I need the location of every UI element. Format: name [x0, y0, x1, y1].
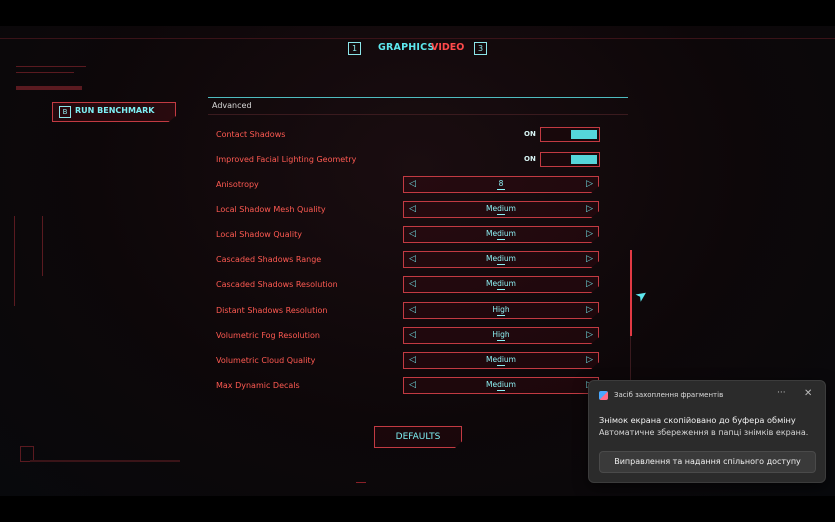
- defaults-button[interactable]: DEFAULTS: [374, 426, 462, 448]
- snipping-tool-icon: [599, 391, 608, 400]
- arrow-right-icon[interactable]: ▷: [586, 304, 593, 316]
- arrow-right-icon[interactable]: ▷: [586, 329, 593, 341]
- setting-label: Volumetric Cloud Quality: [216, 356, 316, 365]
- option-selector[interactable]: ◁ 8 ▷: [403, 176, 599, 193]
- option-value: 8: [498, 179, 504, 188]
- option-value: Medium: [486, 204, 516, 213]
- option-selector[interactable]: ◁ Medium ▷: [403, 251, 599, 268]
- mouse-cursor-icon: ➤: [632, 286, 652, 306]
- setting-row-local-shadow-quality[interactable]: Local Shadow Quality ◁ Medium ▷: [208, 225, 628, 245]
- setting-row-facial-lighting[interactable]: Improved Facial Lighting Geometry ON: [208, 150, 628, 170]
- key-hint-left: 1: [348, 42, 361, 55]
- key-hint-b: B: [59, 106, 71, 118]
- top-divider: [0, 38, 835, 39]
- arrow-right-icon[interactable]: ▷: [586, 278, 593, 290]
- option-value: Medium: [486, 279, 516, 288]
- option-value: Medium: [486, 254, 516, 263]
- setting-label: Anisotropy: [216, 180, 259, 189]
- setting-label: Improved Facial Lighting Geometry: [216, 155, 357, 164]
- option-value: Medium: [486, 355, 516, 364]
- arrow-right-icon[interactable]: ▷: [586, 203, 593, 215]
- toggle-fill: [571, 155, 597, 164]
- toggle-switch[interactable]: [540, 127, 600, 142]
- option-value: High: [492, 330, 510, 339]
- key-hint-right: 3: [474, 42, 487, 55]
- decor-bottom-bar: [30, 460, 180, 462]
- option-selector[interactable]: ◁ Medium ▷: [403, 201, 599, 218]
- setting-label: Local Shadow Mesh Quality: [216, 205, 326, 214]
- option-selector[interactable]: ◁ Medium ▷: [403, 352, 599, 369]
- snipping-tool-notification[interactable]: Засіб захоплення фрагментів ··· ✕ Знімок…: [588, 380, 826, 483]
- option-value: Medium: [486, 229, 516, 238]
- value-underline: [497, 390, 505, 391]
- setting-label: Cascaded Shadows Resolution: [216, 280, 338, 289]
- arrow-right-icon[interactable]: ▷: [586, 354, 593, 366]
- setting-row-max-dynamic-decals[interactable]: Max Dynamic Decals ◁ Medium ▷: [208, 376, 628, 396]
- setting-label: Max Dynamic Decals: [216, 381, 300, 390]
- decor-bar: [16, 86, 82, 90]
- setting-label: Cascaded Shadows Range: [216, 255, 322, 264]
- toggle-switch[interactable]: [540, 152, 600, 167]
- tab-graphics[interactable]: GRAPHICS: [378, 42, 435, 53]
- value-underline: [497, 214, 505, 215]
- toggle-state: ON: [524, 130, 536, 138]
- toggle-state: ON: [524, 155, 536, 163]
- tab-video[interactable]: VIDEO: [431, 42, 464, 53]
- notification-app-name: Засіб захоплення фрагментів: [614, 391, 724, 399]
- option-selector[interactable]: ◁ High ▷: [403, 302, 599, 319]
- decor-line: [16, 66, 86, 67]
- setting-row-volumetric-cloud[interactable]: Volumetric Cloud Quality ◁ Medium ▷: [208, 351, 628, 371]
- section-divider: [208, 114, 628, 115]
- setting-label: Distant Shadows Resolution: [216, 306, 328, 315]
- setting-row-volumetric-fog[interactable]: Volumetric Fog Resolution ◁ High ▷: [208, 326, 628, 346]
- top-nav: 1 GRAPHICS VIDEO 3: [0, 42, 835, 56]
- option-selector[interactable]: ◁ Medium ▷: [403, 276, 599, 293]
- value-underline: [497, 239, 505, 240]
- option-selector[interactable]: ◁ Medium ▷: [403, 226, 599, 243]
- setting-row-distant-shadows[interactable]: Distant Shadows Resolution ◁ High ▷: [208, 301, 628, 321]
- decor-arrow: [356, 482, 366, 483]
- edit-and-share-button[interactable]: Виправлення та надання спільного доступу: [599, 451, 816, 473]
- value-underline: [497, 315, 505, 316]
- toggle-fill: [571, 130, 597, 139]
- option-selector[interactable]: ◁ Medium ▷: [403, 377, 599, 394]
- close-icon[interactable]: ✕: [804, 388, 812, 399]
- advanced-settings-panel: Advanced Contact Shadows ON Improved Fac…: [208, 97, 628, 397]
- option-selector[interactable]: ◁ High ▷: [403, 327, 599, 344]
- value-underline: [497, 365, 505, 366]
- setting-label: Volumetric Fog Resolution: [216, 331, 320, 340]
- arrow-right-icon[interactable]: ▷: [586, 228, 593, 240]
- decor-line: [16, 72, 74, 73]
- panel-top-border: [208, 97, 628, 98]
- setting-row-cascaded-resolution[interactable]: Cascaded Shadows Resolution ◁ Medium ▷: [208, 275, 628, 295]
- notification-body: Автоматичне збереження в папці знімків е…: [599, 428, 809, 437]
- section-title: Advanced: [212, 101, 252, 110]
- option-value: High: [492, 305, 510, 314]
- decor-vertical: [42, 216, 43, 276]
- setting-row-local-shadow-mesh[interactable]: Local Shadow Mesh Quality ◁ Medium ▷: [208, 200, 628, 220]
- notification-title: Знімок екрана скопійовано до буфера обмі…: [599, 415, 796, 425]
- setting-row-contact-shadows[interactable]: Contact Shadows ON: [208, 125, 628, 145]
- value-underline: [497, 264, 505, 265]
- run-benchmark-label: RUN BENCHMARK: [75, 106, 155, 115]
- value-underline: [497, 189, 505, 190]
- option-value: Medium: [486, 380, 516, 389]
- decor-vertical: [14, 216, 15, 306]
- arrow-right-icon[interactable]: ▷: [586, 178, 593, 190]
- arrow-right-icon[interactable]: ▷: [586, 253, 593, 265]
- value-underline: [497, 289, 505, 290]
- setting-row-anisotropy[interactable]: Anisotropy ◁ 8 ▷: [208, 175, 628, 195]
- more-options-icon[interactable]: ···: [777, 388, 786, 398]
- setting-row-cascaded-range[interactable]: Cascaded Shadows Range ◁ Medium ▷: [208, 250, 628, 270]
- setting-label: Contact Shadows: [216, 130, 286, 139]
- run-benchmark-button[interactable]: B RUN BENCHMARK: [52, 102, 176, 122]
- setting-label: Local Shadow Quality: [216, 230, 302, 239]
- value-underline: [497, 340, 505, 341]
